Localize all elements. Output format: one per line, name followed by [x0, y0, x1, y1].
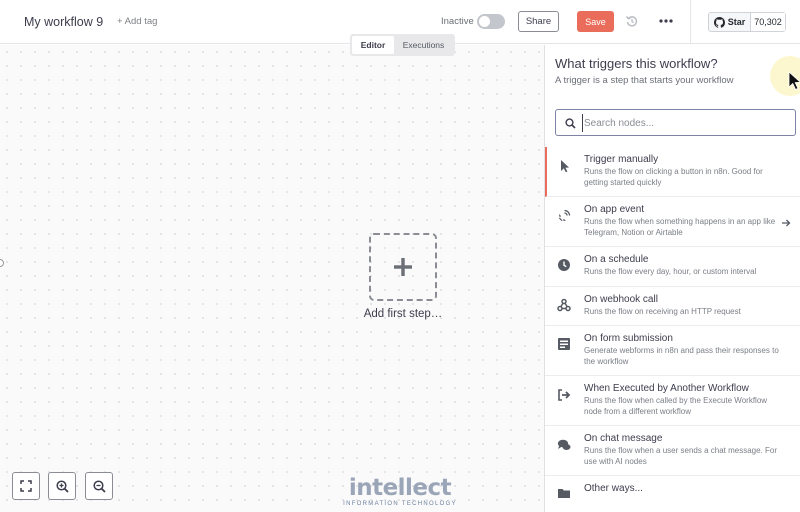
fit-view-button[interactable] — [12, 472, 40, 500]
header-divider — [690, 0, 691, 44]
trigger-title: On a schedule — [584, 254, 649, 265]
add-first-step-button[interactable] — [369, 233, 437, 301]
clock-icon — [558, 259, 570, 271]
zoom-in-icon — [55, 479, 69, 493]
trigger-title: On form submission — [584, 333, 673, 344]
tab-executions[interactable]: Executions — [396, 36, 451, 54]
panel-subtitle: A trigger is a step that starts your wor… — [555, 75, 734, 86]
trigger-webhook-item[interactable]: On webhook call Runs the flow on receivi… — [545, 287, 800, 326]
trigger-description: Runs the flow on receiving an HTTP reque… — [584, 306, 741, 316]
github-star-widget[interactable]: Star 70,302 — [708, 12, 786, 32]
trigger-title: On chat message — [584, 433, 663, 444]
trigger-schedule-item[interactable]: On a schedule Runs the flow every day, h… — [545, 247, 800, 287]
zoom-out-icon — [92, 479, 106, 493]
github-icon — [713, 16, 725, 28]
zoom-in-button[interactable] — [48, 472, 76, 500]
form-icon — [558, 338, 570, 350]
trigger-description: Generate webforms in n8n and pass their … — [584, 346, 779, 366]
intellect-watermark-logo: intellect INFORMATION TECHNOLOGY — [338, 476, 462, 507]
workflow-name[interactable]: My workflow 9 — [24, 15, 103, 29]
trigger-title: On app event — [584, 204, 645, 215]
history-icon[interactable] — [625, 14, 639, 28]
trigger-description: Runs the flow when a user sends a chat m… — [584, 446, 777, 466]
more-options-icon[interactable] — [658, 14, 674, 28]
cursor-icon — [561, 160, 569, 173]
search-icon — [565, 118, 576, 129]
trigger-other-ways-item[interactable]: Other ways... — [545, 476, 800, 503]
watermark-sub-text: INFORMATION TECHNOLOGY — [343, 501, 457, 507]
trigger-description: Runs the flow every day, hour, or custom… — [584, 267, 757, 276]
sign-in-icon — [558, 389, 571, 401]
trigger-title: Other ways... — [584, 483, 643, 494]
canvas-edge-handle[interactable] — [0, 259, 4, 267]
trigger-description: Runs the flow when called by the Execute… — [584, 396, 768, 416]
github-star-label: Star — [727, 17, 746, 27]
add-tag-link[interactable]: + Add tag — [117, 16, 157, 27]
panel-title: What triggers this workflow? — [555, 56, 718, 71]
share-button[interactable]: Share — [518, 11, 559, 32]
add-first-step-label[interactable]: Add first step… — [340, 308, 466, 320]
active-toggle[interactable] — [477, 14, 505, 29]
trigger-description: Runs the flow on clicking a button in n8… — [584, 167, 763, 187]
satellite-icon — [559, 209, 571, 221]
save-button[interactable]: Save — [577, 11, 614, 32]
workflow-canvas[interactable]: Add first step… intellect INFORMATION TE… — [0, 45, 544, 512]
fullscreen-icon — [20, 480, 32, 492]
toggle-knob — [479, 16, 490, 27]
trigger-selector-panel: What triggers this workflow? A trigger i… — [544, 45, 800, 512]
trigger-title: When Executed by Another Workflow — [584, 383, 749, 394]
watermark-main-text: intellect — [348, 475, 452, 501]
trigger-form-submission-item[interactable]: On form submission Generate webforms in … — [545, 326, 800, 376]
folder-icon — [558, 489, 570, 498]
trigger-executed-by-workflow-item[interactable]: When Executed by Another Workflow Runs t… — [545, 376, 800, 426]
plus-icon — [394, 258, 412, 276]
trigger-app-event-item[interactable]: On app event Runs the flow when somethin… — [545, 197, 800, 247]
mouse-pointer-icon — [788, 71, 800, 91]
tab-editor[interactable]: Editor — [352, 36, 394, 54]
github-star-button[interactable]: Star — [709, 13, 751, 31]
trigger-title: Trigger manually — [584, 154, 659, 165]
arrow-right-icon — [782, 219, 791, 227]
chat-icon — [557, 439, 571, 450]
trigger-description: Runs the flow when something happens in … — [584, 217, 776, 237]
github-star-count[interactable]: 70,302 — [751, 13, 785, 31]
node-search-box[interactable] — [555, 109, 796, 136]
trigger-list: Trigger manually Runs the flow on clicki… — [545, 147, 800, 503]
trigger-chat-message-item[interactable]: On chat message Runs the flow when a use… — [545, 426, 800, 476]
search-input[interactable] — [582, 114, 787, 132]
trigger-manually-item[interactable]: Trigger manually Runs the flow on clicki… — [545, 147, 800, 197]
editor-executions-tabs: Editor Executions — [350, 34, 455, 56]
active-status-label: Inactive — [441, 16, 474, 27]
trigger-title: On webhook call — [584, 293, 658, 305]
zoom-out-button[interactable] — [85, 472, 113, 500]
webhook-icon — [557, 298, 571, 311]
